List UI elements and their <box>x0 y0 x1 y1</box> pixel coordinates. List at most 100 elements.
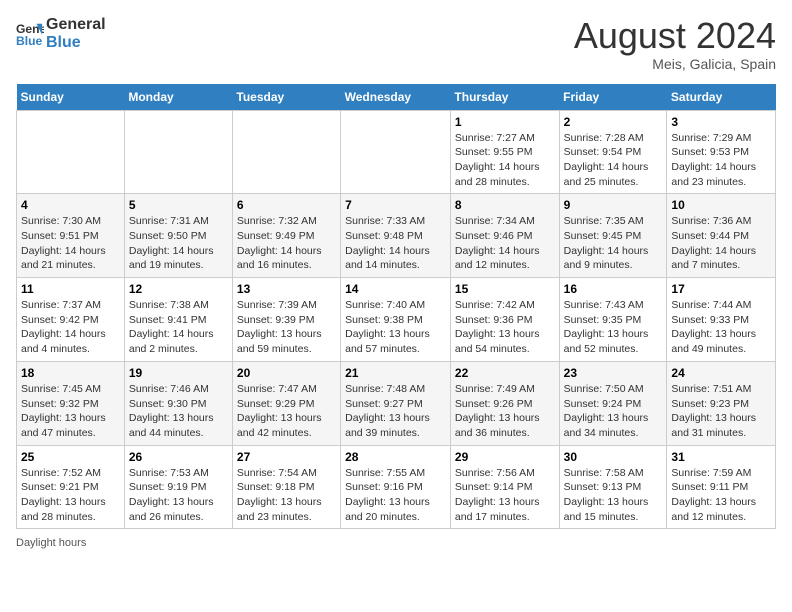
calendar-cell <box>124 110 232 194</box>
calendar-cell: 28 Sunrise: 7:55 AM Sunset: 9:16 PM Dayli… <box>341 445 451 529</box>
day-header-wednesday: Wednesday <box>341 84 451 111</box>
day-info: Sunrise: 7:49 AM Sunset: 9:26 PM Dayligh… <box>455 382 555 441</box>
calendar-cell <box>232 110 340 194</box>
day-number: 17 <box>671 282 771 296</box>
day-number: 23 <box>564 366 663 380</box>
calendar-cell: 13Sunrise: 7:39 AM Sunset: 9:39 PM Dayli… <box>232 278 340 362</box>
day-number: 20 <box>237 366 336 380</box>
calendar-table: SundayMondayTuesdayWednesdayThursdayFrid… <box>16 84 776 530</box>
day-info: Sunrise: 7:30 AM Sunset: 9:51 PM Dayligh… <box>21 214 120 273</box>
day-info: Sunrise: 7:40 AM Sunset: 9:38 PM Dayligh… <box>345 298 446 357</box>
day-header-monday: Monday <box>124 84 232 111</box>
day-header-friday: Friday <box>559 84 667 111</box>
calendar-cell: 15Sunrise: 7:42 AM Sunset: 9:36 PM Dayli… <box>450 278 559 362</box>
logo-general: General <box>46 16 106 34</box>
daylight-label: Daylight hours <box>16 537 86 549</box>
day-info: Sunrise: 7:58 AM Sunset: 9:13 PM Dayligh… <box>564 466 663 525</box>
day-number: 11 <box>21 282 120 296</box>
day-header-thursday: Thursday <box>450 84 559 111</box>
day-number: 21 <box>345 366 446 380</box>
calendar-cell: 17 Sunrise: 7:44 AM Sunset: 9:33 PM Dayli… <box>667 278 776 362</box>
day-info: Sunrise: 7:48 AM Sunset: 9:27 PM Dayligh… <box>345 382 446 441</box>
day-info: Sunrise: 7:53 AM Sunset: 9:19 PM Dayligh… <box>129 466 228 525</box>
day-number: 27 <box>237 450 336 464</box>
day-info: Sunrise: 7:50 AM Sunset: 9:24 PM Dayligh… <box>564 382 663 441</box>
day-info: Sunrise: 7:59 AM Sunset: 9:11 PM Dayligh… <box>671 466 771 525</box>
title-block: August 2024 Meis, Galicia, Spain <box>574 16 776 72</box>
calendar-cell: 20 Sunrise: 7:47 AM Sunset: 9:29 PM Dayli… <box>232 361 340 445</box>
calendar-cell: 30Sunrise: 7:58 AM Sunset: 9:13 PM Dayli… <box>559 445 667 529</box>
day-info: Sunrise: 7:54 AM Sunset: 9:18 PM Dayligh… <box>237 466 336 525</box>
day-number: 5 <box>129 198 228 212</box>
calendar-cell: 1 Sunrise: 7:27 AM Sunset: 9:55 PM Daylig… <box>450 110 559 194</box>
calendar-cell: 5 Sunrise: 7:31 AM Sunset: 9:50 PM Daylig… <box>124 194 232 278</box>
day-number: 29 <box>455 450 555 464</box>
calendar-cell: 21 Sunrise: 7:48 AM Sunset: 9:27 PM Dayli… <box>341 361 451 445</box>
calendar-cell: 11 Sunrise: 7:37 AM Sunset: 9:42 PM Dayli… <box>17 278 125 362</box>
calendar-week-row: 18 Sunrise: 7:45 AM Sunset: 9:32 PM Dayli… <box>17 361 776 445</box>
day-info: Sunrise: 7:45 AM Sunset: 9:32 PM Dayligh… <box>21 382 120 441</box>
day-info: Sunrise: 7:47 AM Sunset: 9:29 PM Dayligh… <box>237 382 336 441</box>
calendar-cell: 8Sunrise: 7:34 AM Sunset: 9:46 PM Daylig… <box>450 194 559 278</box>
day-header-saturday: Saturday <box>667 84 776 111</box>
day-number: 9 <box>564 198 663 212</box>
month-year-title: August 2024 <box>574 16 776 56</box>
day-number: 8 <box>455 198 555 212</box>
day-info: Sunrise: 7:42 AM Sunset: 9:36 PM Dayligh… <box>455 298 555 357</box>
day-number: 7 <box>345 198 446 212</box>
footer-note: Daylight hours <box>16 537 776 549</box>
day-number: 2 <box>564 115 663 129</box>
calendar-cell <box>341 110 451 194</box>
logo-icon: General Blue <box>16 20 44 48</box>
location-label: Meis, Galicia, Spain <box>574 56 776 72</box>
calendar-cell: 14 Sunrise: 7:40 AM Sunset: 9:38 PM Dayli… <box>341 278 451 362</box>
day-number: 13 <box>237 282 336 296</box>
calendar-cell: 19Sunrise: 7:46 AM Sunset: 9:30 PM Dayli… <box>124 361 232 445</box>
svg-text:Blue: Blue <box>16 34 43 48</box>
day-info: Sunrise: 7:33 AM Sunset: 9:48 PM Dayligh… <box>345 214 446 273</box>
day-info: Sunrise: 7:52 AM Sunset: 9:21 PM Dayligh… <box>21 466 120 525</box>
calendar-week-row: 25Sunrise: 7:52 AM Sunset: 9:21 PM Dayli… <box>17 445 776 529</box>
day-info: Sunrise: 7:31 AM Sunset: 9:50 PM Dayligh… <box>129 214 228 273</box>
day-info: Sunrise: 7:43 AM Sunset: 9:35 PM Dayligh… <box>564 298 663 357</box>
day-info: Sunrise: 7:46 AM Sunset: 9:30 PM Dayligh… <box>129 382 228 441</box>
day-info: Sunrise: 7:44 AM Sunset: 9:33 PM Dayligh… <box>671 298 771 357</box>
day-number: 10 <box>671 198 771 212</box>
day-info: Sunrise: 7:37 AM Sunset: 9:42 PM Dayligh… <box>21 298 120 357</box>
day-number: 14 <box>345 282 446 296</box>
calendar-cell: 3Sunrise: 7:29 AM Sunset: 9:53 PM Daylig… <box>667 110 776 194</box>
calendar-cell: 22Sunrise: 7:49 AM Sunset: 9:26 PM Dayli… <box>450 361 559 445</box>
calendar-cell: 7 Sunrise: 7:33 AM Sunset: 9:48 PM Daylig… <box>341 194 451 278</box>
day-number: 18 <box>21 366 120 380</box>
calendar-cell: 9 Sunrise: 7:35 AM Sunset: 9:45 PM Daylig… <box>559 194 667 278</box>
day-info: Sunrise: 7:28 AM Sunset: 9:54 PM Dayligh… <box>564 131 663 190</box>
day-info: Sunrise: 7:36 AM Sunset: 9:44 PM Dayligh… <box>671 214 771 273</box>
day-number: 6 <box>237 198 336 212</box>
day-info: Sunrise: 7:55 AM Sunset: 9:16 PM Dayligh… <box>345 466 446 525</box>
day-info: Sunrise: 7:56 AM Sunset: 9:14 PM Dayligh… <box>455 466 555 525</box>
calendar-cell: 12 Sunrise: 7:38 AM Sunset: 9:41 PM Dayli… <box>124 278 232 362</box>
calendar-cell: 10 Sunrise: 7:36 AM Sunset: 9:44 PM Dayli… <box>667 194 776 278</box>
page-header: General Blue General Blue August 2024 Me… <box>16 16 776 72</box>
day-info: Sunrise: 7:38 AM Sunset: 9:41 PM Dayligh… <box>129 298 228 357</box>
calendar-week-row: 4 Sunrise: 7:30 AM Sunset: 9:51 PM Daylig… <box>17 194 776 278</box>
calendar-cell: 25Sunrise: 7:52 AM Sunset: 9:21 PM Dayli… <box>17 445 125 529</box>
calendar-cell: 29 Sunrise: 7:56 AM Sunset: 9:14 PM Dayli… <box>450 445 559 529</box>
calendar-cell: 4 Sunrise: 7:30 AM Sunset: 9:51 PM Daylig… <box>17 194 125 278</box>
day-number: 4 <box>21 198 120 212</box>
day-number: 1 <box>455 115 555 129</box>
day-number: 24 <box>671 366 771 380</box>
calendar-cell: 31Sunrise: 7:59 AM Sunset: 9:11 PM Dayli… <box>667 445 776 529</box>
day-header-sunday: Sunday <box>17 84 125 111</box>
calendar-cell: 6 Sunrise: 7:32 AM Sunset: 9:49 PM Daylig… <box>232 194 340 278</box>
day-info: Sunrise: 7:35 AM Sunset: 9:45 PM Dayligh… <box>564 214 663 273</box>
logo: General Blue General Blue <box>16 16 106 51</box>
day-info: Sunrise: 7:51 AM Sunset: 9:23 PM Dayligh… <box>671 382 771 441</box>
day-number: 16 <box>564 282 663 296</box>
day-number: 12 <box>129 282 228 296</box>
day-number: 28 <box>345 450 446 464</box>
day-info: Sunrise: 7:32 AM Sunset: 9:49 PM Dayligh… <box>237 214 336 273</box>
day-info: Sunrise: 7:27 AM Sunset: 9:55 PM Dayligh… <box>455 131 555 190</box>
calendar-week-row: 11 Sunrise: 7:37 AM Sunset: 9:42 PM Dayli… <box>17 278 776 362</box>
calendar-cell: 27 Sunrise: 7:54 AM Sunset: 9:18 PM Dayli… <box>232 445 340 529</box>
